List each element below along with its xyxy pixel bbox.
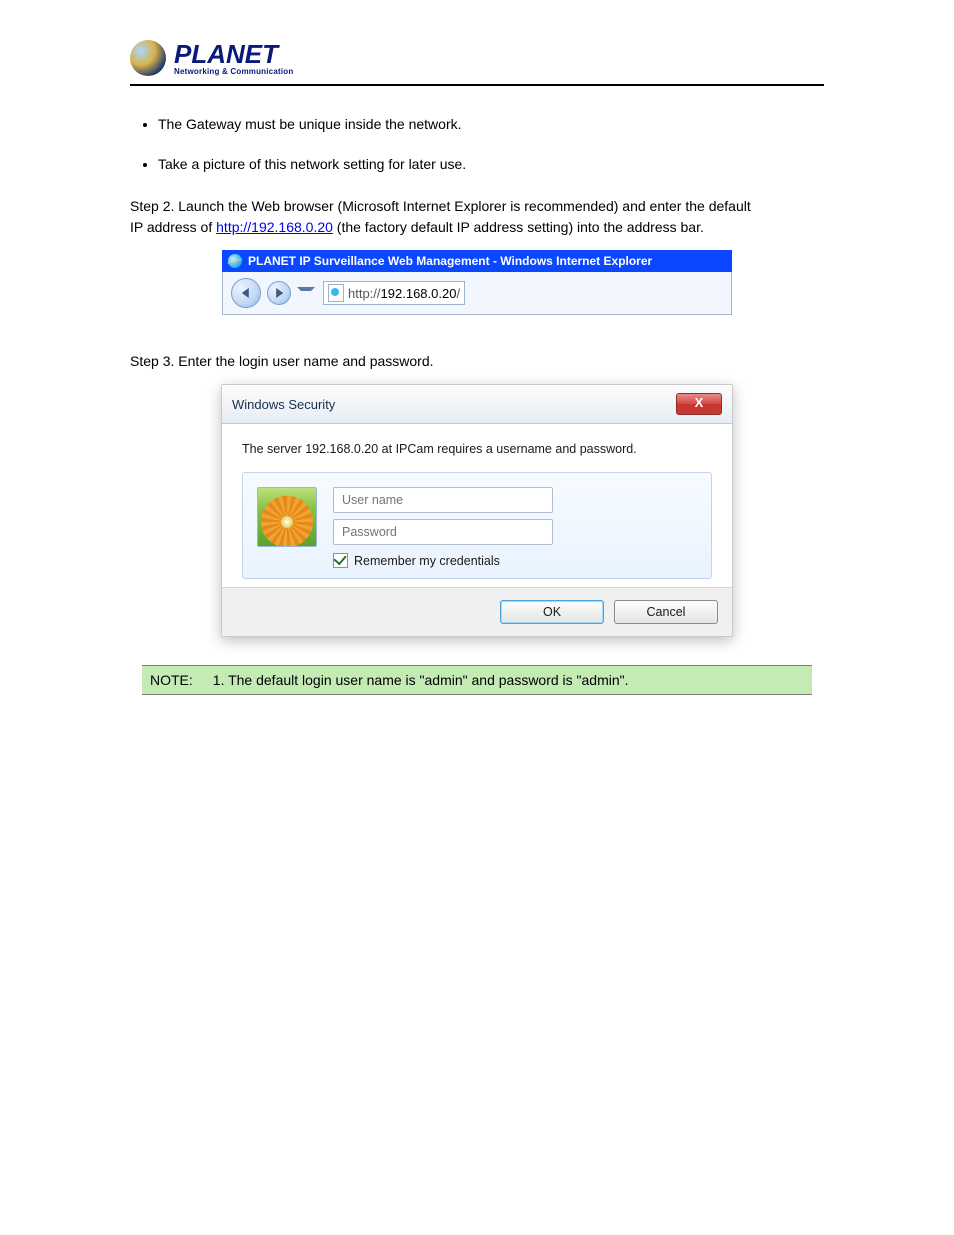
- dialog-footer: OK Cancel: [222, 587, 732, 636]
- bullet-item: Take a picture of this network setting f…: [158, 156, 824, 172]
- dialog-title-text: Windows Security: [232, 397, 335, 412]
- logo: PLANET Networking & Communication: [130, 40, 824, 76]
- ie-titlebar: PLANET IP Surveillance Web Management - …: [222, 250, 732, 272]
- note-text: 1. The default login user name is "admin…: [213, 672, 804, 688]
- cancel-button[interactable]: Cancel: [614, 600, 718, 624]
- logo-main-text: PLANET: [174, 41, 293, 67]
- arrow-left-icon: [242, 288, 249, 298]
- back-button[interactable]: [231, 278, 261, 308]
- ie-address-bar-figure: PLANET IP Surveillance Web Management - …: [222, 250, 732, 315]
- logo-globe-icon: [130, 40, 166, 76]
- page-icon: [328, 284, 344, 302]
- remember-row: Remember my credentials: [333, 553, 697, 568]
- user-tile-icon: [257, 487, 317, 547]
- forward-button[interactable]: [267, 281, 291, 305]
- ie-title-text: PLANET IP Surveillance Web Management - …: [248, 254, 652, 268]
- header-divider: [130, 84, 824, 86]
- remember-label: Remember my credentials: [354, 554, 500, 568]
- username-input[interactable]: [333, 487, 553, 513]
- logo-sub-text: Networking & Communication: [174, 68, 293, 76]
- ie-toolbar: http://192.168.0.20/: [222, 272, 732, 315]
- dialog-message: The server 192.168.0.20 at IPCam require…: [242, 442, 712, 456]
- address-text: http://192.168.0.20/: [348, 286, 460, 301]
- bullet-item: The Gateway must be unique inside the ne…: [158, 116, 824, 132]
- dialog-body: The server 192.168.0.20 at IPCam require…: [222, 424, 732, 587]
- ok-button[interactable]: OK: [500, 600, 604, 624]
- note-box: NOTE: 1. The default login user name is …: [142, 665, 812, 695]
- step3-text: Step 3. Enter the login user name and pa…: [130, 351, 824, 372]
- dialog-titlebar: Windows Security X: [222, 385, 732, 424]
- default-ip-link[interactable]: http://192.168.0.20: [216, 219, 333, 235]
- ie-icon: [228, 254, 242, 268]
- bullet-list: The Gateway must be unique inside the ne…: [140, 116, 824, 172]
- nav-dropdown-icon[interactable]: [297, 287, 315, 299]
- credentials-panel: Remember my credentials: [242, 472, 712, 579]
- address-box[interactable]: http://192.168.0.20/: [323, 281, 465, 305]
- note-label: NOTE:: [150, 672, 193, 688]
- arrow-right-icon: [276, 288, 283, 298]
- password-input[interactable]: [333, 519, 553, 545]
- credentials-dialog-figure: Windows Security X The server 192.168.0.…: [221, 384, 733, 637]
- close-button[interactable]: X: [676, 393, 722, 415]
- step2-text: Step 2. Launch the Web browser (Microsof…: [130, 196, 824, 238]
- remember-checkbox[interactable]: [333, 553, 348, 568]
